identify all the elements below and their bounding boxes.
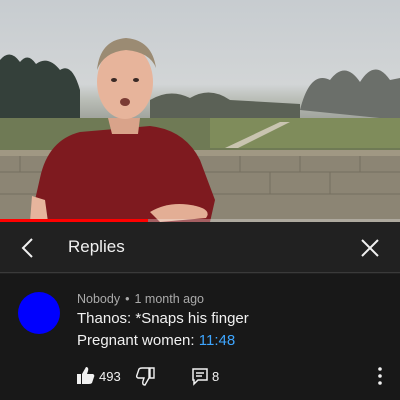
- thumbs-down-icon: [135, 367, 155, 386]
- comment-time: 1 month ago: [134, 292, 204, 306]
- like-button[interactable]: [76, 366, 96, 386]
- chevron-left-icon: [21, 238, 33, 258]
- avatar[interactable]: [18, 292, 60, 334]
- back-button[interactable]: [12, 232, 44, 264]
- reply-count: 8: [212, 369, 220, 384]
- close-button[interactable]: [354, 232, 386, 264]
- close-icon: [361, 239, 379, 257]
- replies-panel: Replies Nobody • 1 month ago Thanos: *Snap…: [0, 222, 400, 400]
- comment-text-prefix: Pregnant women:: [77, 332, 199, 349]
- comment-actions: 493 8: [0, 362, 400, 392]
- like-count: 493: [99, 369, 121, 384]
- video-frame: [0, 38, 400, 222]
- reply-button[interactable]: [190, 366, 210, 386]
- comment-text-line-1: Thanos: *Snaps his finger: [77, 310, 249, 327]
- video-player[interactable]: [0, 0, 400, 222]
- replies-header: Replies: [0, 222, 400, 273]
- meta-separator: •: [125, 292, 130, 306]
- reply-icon: [192, 368, 208, 386]
- thumbs-up-icon: [77, 367, 95, 384]
- timestamp-link[interactable]: 11:48: [199, 332, 235, 349]
- comment-author[interactable]: Nobody: [77, 292, 120, 306]
- dislike-button[interactable]: [135, 366, 155, 386]
- comment: Nobody • 1 month ago Thanos: *Snaps his fi…: [0, 274, 400, 400]
- page-title: Replies: [68, 237, 125, 256]
- comment-text-line-2: Pregnant women: 11:48: [77, 332, 235, 349]
- more-options-button[interactable]: [370, 365, 390, 387]
- more-vertical-icon: [378, 367, 382, 385]
- comment-meta: Nobody • 1 month ago: [77, 292, 204, 306]
